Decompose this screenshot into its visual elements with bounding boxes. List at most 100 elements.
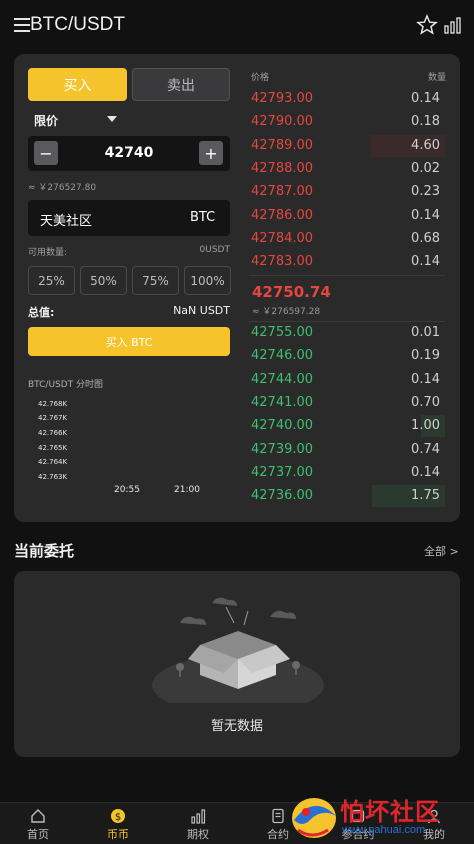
buy-btc-button[interactable]: 买入 BTC [28, 327, 230, 356]
chart-tick: 42.764K [38, 458, 68, 466]
bid-row[interactable]: 42744.00 0.14 [249, 369, 445, 391]
order-qty: 0.14 [411, 91, 440, 106]
ask-row[interactable]: 42793.00 0.14 [249, 88, 445, 110]
ask-row[interactable]: 42790.00 0.18 [249, 111, 445, 133]
home-icon [31, 809, 45, 823]
tab-spot[interactable]: $ 币币 [88, 808, 148, 842]
ask-row[interactable]: 42786.00 0.14 [249, 205, 445, 227]
order-price: 42784.00 [251, 230, 314, 246]
order-qty: 0.23 [411, 184, 440, 200]
signal-bars-icon [191, 809, 206, 824]
chart-tick: 42.765K [38, 444, 68, 452]
order-qty: 4.60 [411, 137, 440, 153]
tab-label: 首页 [27, 828, 49, 841]
bid-row[interactable]: 42746.00 0.19 [249, 345, 445, 367]
pair-title[interactable]: BTC/USDT [30, 14, 125, 36]
ask-row[interactable]: 42783.00 0.14 [249, 251, 445, 273]
order-type-select[interactable]: 限价 [34, 112, 58, 129]
percent-75-button[interactable]: 75% [132, 266, 179, 295]
order-qty: 0.74 [411, 441, 440, 457]
order-qty: 0.19 [411, 348, 440, 364]
buy-tab[interactable]: 买入 [28, 68, 127, 101]
tab-label: 期权 [187, 828, 209, 841]
order-price: 42788.00 [251, 160, 314, 176]
chart-tick: 42.768K [38, 400, 68, 408]
percent-50-button[interactable]: 50% [80, 266, 127, 295]
order-qty: 0.01 [411, 325, 440, 340]
order-qty: 0.14 [411, 207, 440, 223]
order-price: 42793.00 [251, 91, 314, 106]
current-orders-title: 当前委托 [14, 542, 75, 560]
watermark-url: www.pahuai.com [342, 824, 426, 836]
mini-chart-title: BTC/USDT 分时图 [28, 380, 104, 390]
chevron-down-icon[interactable] [107, 116, 117, 122]
amount-placeholder: 天美社区 [40, 214, 93, 229]
total-label: 总值: [28, 306, 55, 319]
order-price: 42741.00 [251, 394, 314, 410]
available-value: 0USDT [199, 245, 230, 255]
bid-row[interactable]: 42736.00 1.75 [249, 485, 445, 508]
ask-row[interactable]: 42789.00 4.60 [249, 134, 445, 157]
coin-icon: $ [111, 809, 125, 823]
chart-tick: 42.767K [38, 414, 68, 422]
bid-row[interactable]: 42740.00 1.00 [249, 415, 445, 438]
bid-row[interactable]: 42741.00 0.70 [249, 392, 445, 414]
order-qty: 1.75 [411, 488, 440, 504]
order-qty: 0.70 [411, 394, 440, 410]
percent-100-button[interactable]: 100% [184, 266, 231, 295]
price-value[interactable]: 42740 [68, 145, 190, 161]
ask-row[interactable]: 42788.00 0.02 [249, 158, 445, 180]
bid-row[interactable]: 42739.00 0.74 [249, 439, 445, 461]
order-qty: 0.02 [411, 160, 440, 176]
order-price: 42736.00 [251, 488, 314, 504]
order-qty: 0.18 [411, 114, 440, 130]
order-price: 42755.00 [251, 325, 314, 340]
chart-time-label: 21:00 [174, 485, 200, 495]
tab-label: 币币 [107, 828, 129, 841]
price-approx: ≈ ￥276527.80 [28, 183, 97, 193]
order-price: 42744.00 [251, 371, 314, 387]
tab-home[interactable]: 首页 [8, 808, 68, 842]
order-price: 42790.00 [251, 114, 314, 130]
order-qty: 0.14 [411, 464, 440, 480]
view-all-link[interactable]: 全部 > [424, 543, 459, 559]
order-price: 42783.00 [251, 254, 314, 270]
orderbook-qty-header: 数量 [427, 73, 446, 83]
divider [249, 275, 445, 276]
order-price: 42739.00 [251, 441, 314, 457]
last-price: 42750.74 [252, 283, 331, 301]
last-price-approx: ≈ ￥276597.28 [252, 307, 321, 317]
bar-chart-icon[interactable] [442, 14, 464, 36]
ask-row[interactable]: 42787.00 0.23 [249, 181, 445, 203]
order-price: 42789.00 [251, 137, 314, 153]
empty-state-text: 暂无数据 [210, 719, 263, 734]
svg-text:$: $ [115, 812, 121, 823]
bid-row[interactable]: 42737.00 0.14 [249, 462, 445, 484]
watermark-logo [292, 798, 336, 838]
available-label: 可用数量: [28, 248, 68, 258]
bid-row[interactable]: 42755.00 0.01 [249, 322, 445, 344]
order-qty: 0.68 [411, 230, 440, 246]
total-value: NaN USDT [173, 304, 230, 317]
menu-icon[interactable] [14, 18, 30, 34]
decrease-price-button[interactable]: − [34, 141, 58, 165]
site-watermark: 怕坏社区 www.pahuai.com [288, 790, 474, 844]
order-qty: 0.14 [411, 371, 440, 387]
increase-price-button[interactable]: + [199, 141, 223, 165]
order-price: 42787.00 [251, 184, 314, 200]
amount-unit: BTC [190, 210, 216, 225]
ask-row[interactable]: 42784.00 0.68 [249, 228, 445, 250]
orderbook-price-header: 价格 [251, 73, 270, 83]
document-icon [272, 808, 284, 824]
watermark-title: 怕坏社区 [340, 797, 440, 826]
chart-tick: 42.763K [38, 473, 68, 481]
tab-options[interactable]: 期权 [168, 808, 228, 842]
percent-25-button[interactable]: 25% [28, 266, 75, 295]
sell-tab[interactable]: 卖出 [132, 68, 230, 101]
order-qty: 0.14 [411, 254, 440, 270]
top-bar: BTC/USDT [0, 0, 474, 52]
order-price: 42746.00 [251, 348, 314, 364]
empty-box-illustration [150, 593, 326, 715]
chart-time-label: 20:55 [114, 485, 140, 495]
star-icon[interactable] [416, 14, 438, 36]
